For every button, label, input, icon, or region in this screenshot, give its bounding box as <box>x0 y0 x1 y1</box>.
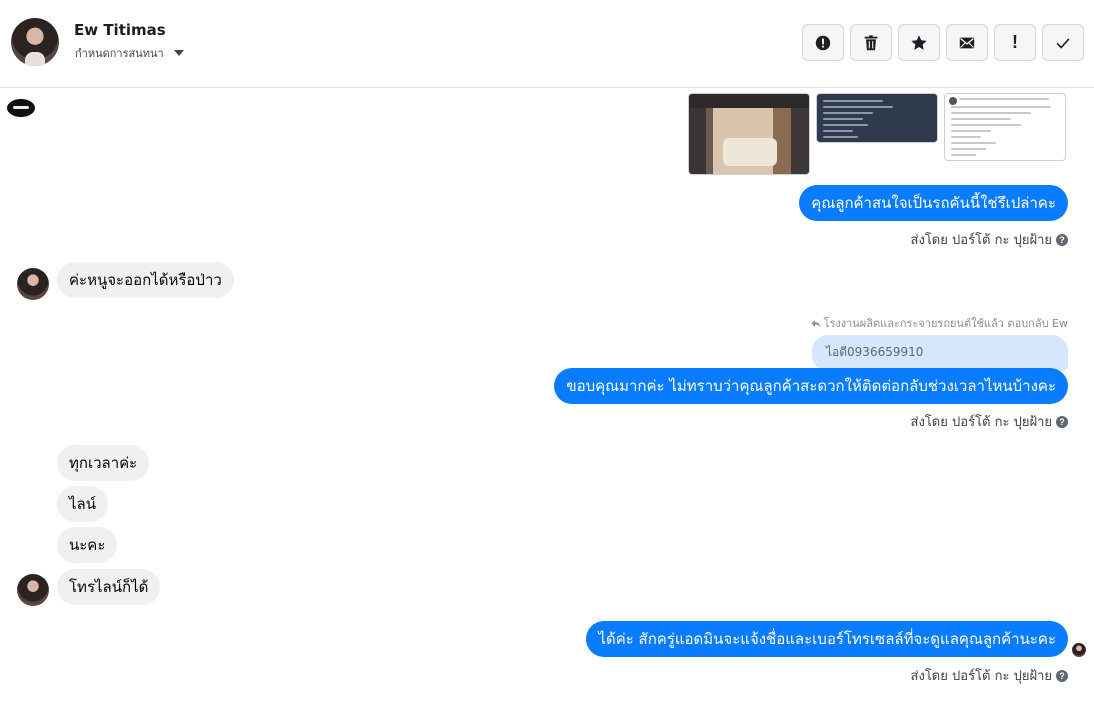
sent-by-text: ส่งโดย ปอร์โต้ กะ ปุยฝ้าย <box>910 669 1052 684</box>
page-logo <box>7 99 35 117</box>
caret-down-icon <box>173 50 184 56</box>
envelope-icon <box>959 37 975 48</box>
help-icon[interactable]: ? <box>1056 669 1068 682</box>
sent-by-text: ส่งโดย ปอร์โต้ กะ ปุยฝ้าย <box>910 233 1052 248</box>
star-icon <box>911 34 927 50</box>
contact-avatar-small[interactable] <box>17 574 49 606</box>
sent-by-label: ส่งโดย ปอร์โต้ กะ ปุยฝ้าย ? <box>911 665 1068 686</box>
image-attachments <box>688 93 1066 175</box>
sent-by-label: ส่งโดย ปอร์โต้ กะ ปุยฝ้าย ? <box>911 411 1068 432</box>
conversation-settings-dropdown[interactable]: กำหนดการสนทนา <box>75 44 184 62</box>
spam-button[interactable] <box>802 24 844 61</box>
incoming-message[interactable]: ไลน์ <box>57 486 108 522</box>
incoming-message[interactable]: โทรไลน์ก็ได้ <box>57 569 161 605</box>
image-car-interior[interactable] <box>688 93 810 175</box>
star-button[interactable] <box>898 24 940 61</box>
reply-context: โรงงานผลิตและกระจายรถยนต์ใช้แล้ว ตอบกลับ… <box>811 314 1068 332</box>
trash-icon <box>864 34 878 50</box>
seen-receipt-avatar <box>1072 643 1086 657</box>
outgoing-message[interactable]: ได้ค่ะ สักครู่แอดมินจะแจ้งชื่อและเบอร์โท… <box>586 621 1068 657</box>
exclamation-icon: ! <box>1012 32 1018 52</box>
reply-context-text: โรงงานผลิตและกระจายรถยนต์ใช้แล้ว ตอบกลับ… <box>823 317 1068 330</box>
incoming-message[interactable]: ค่ะหนูจะออกได้หรือป่าว <box>57 262 234 298</box>
sent-by-label: ส่งโดย ปอร์โต้ กะ ปุยฝ้าย ? <box>911 229 1068 250</box>
delete-button[interactable] <box>850 24 892 61</box>
important-button[interactable]: ! <box>994 24 1036 61</box>
check-icon <box>1056 37 1070 49</box>
outgoing-message[interactable]: ขอบคุณมากค่ะ ไม่ทราบว่าคุณลูกค้าสะดวกให้… <box>554 368 1068 404</box>
conversation-header: Ew Titimas กำหนดการสนทนา ! <box>0 0 1094 88</box>
help-icon[interactable]: ? <box>1056 233 1068 246</box>
mark-unread-button[interactable] <box>946 24 988 61</box>
image-screenshot-details[interactable] <box>816 93 938 143</box>
alert-circle-icon <box>815 35 831 50</box>
conversation-toolbar: ! <box>802 24 1084 61</box>
conversation-settings-label: กำหนดการสนทนา <box>75 47 164 60</box>
sent-by-text: ส่งโดย ปอร์โต้ กะ ปุยฝ้าย <box>910 415 1052 430</box>
incoming-message[interactable]: ทุกเวลาค่ะ <box>57 445 150 481</box>
image-screenshot-post[interactable] <box>944 93 1066 161</box>
outgoing-message[interactable]: คุณลูกค้าสนใจเป็นรถคันนี้ใช่รึเปล่าคะ <box>799 185 1068 221</box>
done-button[interactable] <box>1042 24 1084 61</box>
quoted-message[interactable]: ไอดี0936659910 <box>812 335 1068 371</box>
incoming-message[interactable]: นะคะ <box>57 527 118 563</box>
contact-name[interactable]: Ew Titimas <box>74 21 166 39</box>
contact-avatar[interactable] <box>11 18 59 66</box>
help-icon[interactable]: ? <box>1056 415 1068 428</box>
contact-avatar-small[interactable] <box>17 268 49 300</box>
reply-arrow-icon <box>811 319 821 327</box>
